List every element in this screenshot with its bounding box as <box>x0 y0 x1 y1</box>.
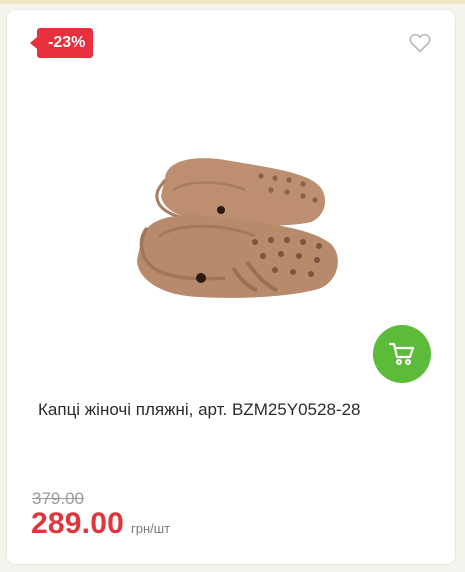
product-card[interactable]: -23% Капці жіночі пляжні, арт. BZM25Y052… <box>7 10 455 564</box>
front-clog <box>137 215 338 298</box>
current-price: 289.00 <box>31 507 124 540</box>
top-strip <box>0 0 465 4</box>
heart-icon <box>409 33 431 53</box>
price-row: 289.00 грн/шт <box>31 507 170 541</box>
product-image[interactable] <box>125 150 347 310</box>
product-title[interactable]: Капці жіночі пляжні, арт. BZM25Y0528-28 <box>38 399 438 421</box>
shopping-cart-icon <box>388 342 415 365</box>
add-to-cart-button[interactable] <box>373 325 431 383</box>
favorite-button[interactable] <box>409 33 431 53</box>
old-price: 379.00 <box>32 489 84 508</box>
discount-badge: -23% <box>29 28 94 58</box>
price-unit: грн/шт <box>130 521 171 536</box>
